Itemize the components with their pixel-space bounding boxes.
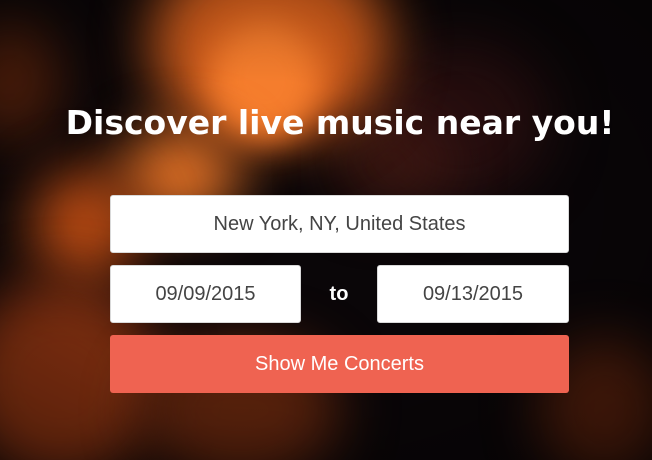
show-concerts-button[interactable]: Show Me Concerts (110, 335, 569, 393)
end-date-input[interactable] (377, 265, 569, 323)
hero-section: Discover live music near you! to Show Me… (0, 0, 652, 460)
hero-headline: Discover live music near you! (65, 103, 615, 142)
location-input[interactable] (110, 195, 569, 253)
start-date-input[interactable] (110, 265, 301, 323)
date-range-separator: to (329, 283, 349, 305)
